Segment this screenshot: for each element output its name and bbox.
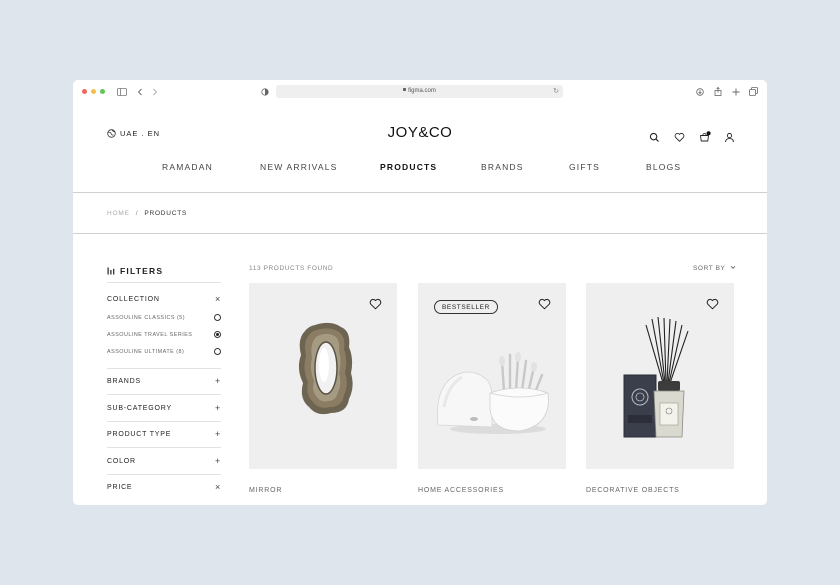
filter-section-color[interactable]: COLOR + — [107, 457, 221, 466]
filter-section-brands[interactable]: BRANDS + — [107, 377, 221, 386]
collection-option[interactable]: ASSOULINE ULTIMATE (8) — [107, 348, 221, 355]
filters-divider — [107, 447, 221, 448]
collection-option[interactable]: ASSOULINE TRAVEL SERIES — [107, 331, 221, 338]
lock-icon — [403, 87, 407, 91]
browser-toolbar: figma.com ↻ — [73, 80, 767, 104]
radio-button[interactable] — [214, 331, 221, 338]
collection-option-label: ASSOULINE TRAVEL SERIES — [107, 332, 193, 338]
diffuser-product-image — [623, 317, 689, 438]
browser-window: figma.com ↻ UAE . EN JOY&CO RAMADAN NEW … — [73, 80, 767, 505]
maximize-window-button[interactable] — [100, 89, 105, 94]
filters-divider — [107, 368, 221, 369]
nav-item-blogs[interactable]: BLOGS — [646, 162, 681, 172]
sidebar-toggle-icon[interactable] — [117, 86, 127, 97]
sort-by-dropdown[interactable]: SORT BY — [693, 265, 736, 272]
chevron-down-icon — [730, 266, 736, 269]
filters-divider — [107, 394, 221, 395]
breadcrumb-current: PRODUCTS — [144, 210, 188, 217]
expand-plus-icon[interactable]: + — [215, 457, 221, 466]
filter-section-label: PRICE — [107, 484, 133, 491]
wishlist-heart-icon[interactable] — [706, 298, 719, 310]
radio-button[interactable] — [214, 348, 221, 355]
filter-section-label: SUB-CATEGORY — [107, 405, 172, 412]
collapse-x-icon[interactable]: × — [215, 295, 221, 304]
close-window-button[interactable] — [82, 89, 87, 94]
filter-section-collection[interactable]: COLLECTION × — [107, 295, 221, 304]
share-icon[interactable] — [713, 86, 722, 97]
privacy-shield-icon[interactable] — [260, 86, 269, 97]
nav-item-gifts[interactable]: GIFTS — [569, 162, 600, 172]
products-found-count: 113 PRODUCTS FOUND — [249, 265, 334, 272]
wishlist-heart-icon[interactable] — [538, 298, 551, 310]
wishlist-heart-icon[interactable] — [369, 298, 382, 310]
collection-option-label: ASSOULINE ULTIMATE (8) — [107, 349, 185, 355]
minimize-window-button[interactable] — [91, 89, 96, 94]
address-bar[interactable]: figma.com ↻ — [276, 85, 563, 98]
filter-bars-icon — [107, 267, 115, 275]
search-icon[interactable] — [649, 130, 660, 142]
filter-section-label: COLOR — [107, 458, 136, 465]
filters-divider — [107, 282, 221, 283]
product-category-label[interactable]: DECORATIVE OBJECTS — [586, 487, 680, 494]
collapse-x-icon[interactable]: × — [215, 483, 221, 492]
reload-icon[interactable]: ↻ — [553, 87, 559, 96]
nav-item-brands[interactable]: BRANDS — [481, 162, 524, 172]
new-tab-icon[interactable] — [731, 86, 740, 97]
filters-divider — [107, 421, 221, 422]
filter-section-sub-category[interactable]: SUB-CATEGORY + — [107, 404, 221, 413]
product-card[interactable] — [249, 283, 397, 469]
filter-section-label: PRODUCT TYPE — [107, 431, 172, 438]
header-divider — [73, 192, 767, 193]
product-card[interactable]: BESTSELLER — [418, 283, 566, 469]
product-category-label[interactable]: MIRROR — [249, 487, 282, 494]
collection-option[interactable]: ASSOULINE CLASSICS (5) — [107, 314, 221, 321]
nav-item-products[interactable]: PRODUCTS — [380, 162, 437, 172]
filters-divider — [107, 474, 221, 475]
download-icon[interactable] — [695, 86, 704, 97]
breadcrumb-separator: / — [135, 210, 139, 217]
radio-button[interactable] — [214, 314, 221, 321]
filters-title-text: FILTERS — [120, 266, 164, 276]
bestseller-badge: BESTSELLER — [434, 300, 498, 314]
filter-section-price[interactable]: PRICE × — [107, 483, 221, 492]
breadcrumb-divider — [73, 233, 767, 234]
filter-section-product-type[interactable]: PRODUCT TYPE + — [107, 430, 221, 439]
breadcrumb-home-link[interactable]: HOME — [107, 210, 130, 217]
collection-option-label: ASSOULINE CLASSICS (5) — [107, 315, 186, 321]
back-icon[interactable] — [136, 86, 144, 97]
filter-section-label: COLLECTION — [107, 296, 160, 303]
filters-title: FILTERS — [107, 266, 163, 276]
user-icon[interactable] — [724, 130, 735, 143]
site-logo[interactable]: JOY&CO — [73, 124, 767, 141]
expand-plus-icon[interactable]: + — [215, 430, 221, 439]
expand-plus-icon[interactable]: + — [215, 377, 221, 386]
filter-section-label: BRANDS — [107, 378, 141, 385]
heart-icon[interactable] — [674, 130, 685, 142]
product-card[interactable] — [586, 283, 734, 469]
nav-item-ramadan[interactable]: RAMADAN — [162, 162, 213, 172]
cutlery-egg-product-image — [437, 352, 549, 434]
cart-icon[interactable] — [699, 130, 711, 142]
nav-item-new-arrivals[interactable]: NEW ARRIVALS — [260, 162, 338, 172]
forward-icon[interactable] — [151, 86, 159, 97]
mirror-product-image — [298, 322, 353, 415]
url-text: figma.com — [276, 87, 563, 96]
tab-overview-icon[interactable] — [749, 86, 758, 97]
expand-plus-icon[interactable]: + — [215, 404, 221, 413]
breadcrumb: HOME / PRODUCTS — [107, 210, 187, 217]
product-category-label[interactable]: HOME ACCESSORIES — [418, 487, 504, 494]
main-nav: RAMADAN NEW ARRIVALS PRODUCTS BRANDS GIF… — [73, 162, 767, 174]
sort-by-label: SORT BY — [693, 265, 726, 272]
